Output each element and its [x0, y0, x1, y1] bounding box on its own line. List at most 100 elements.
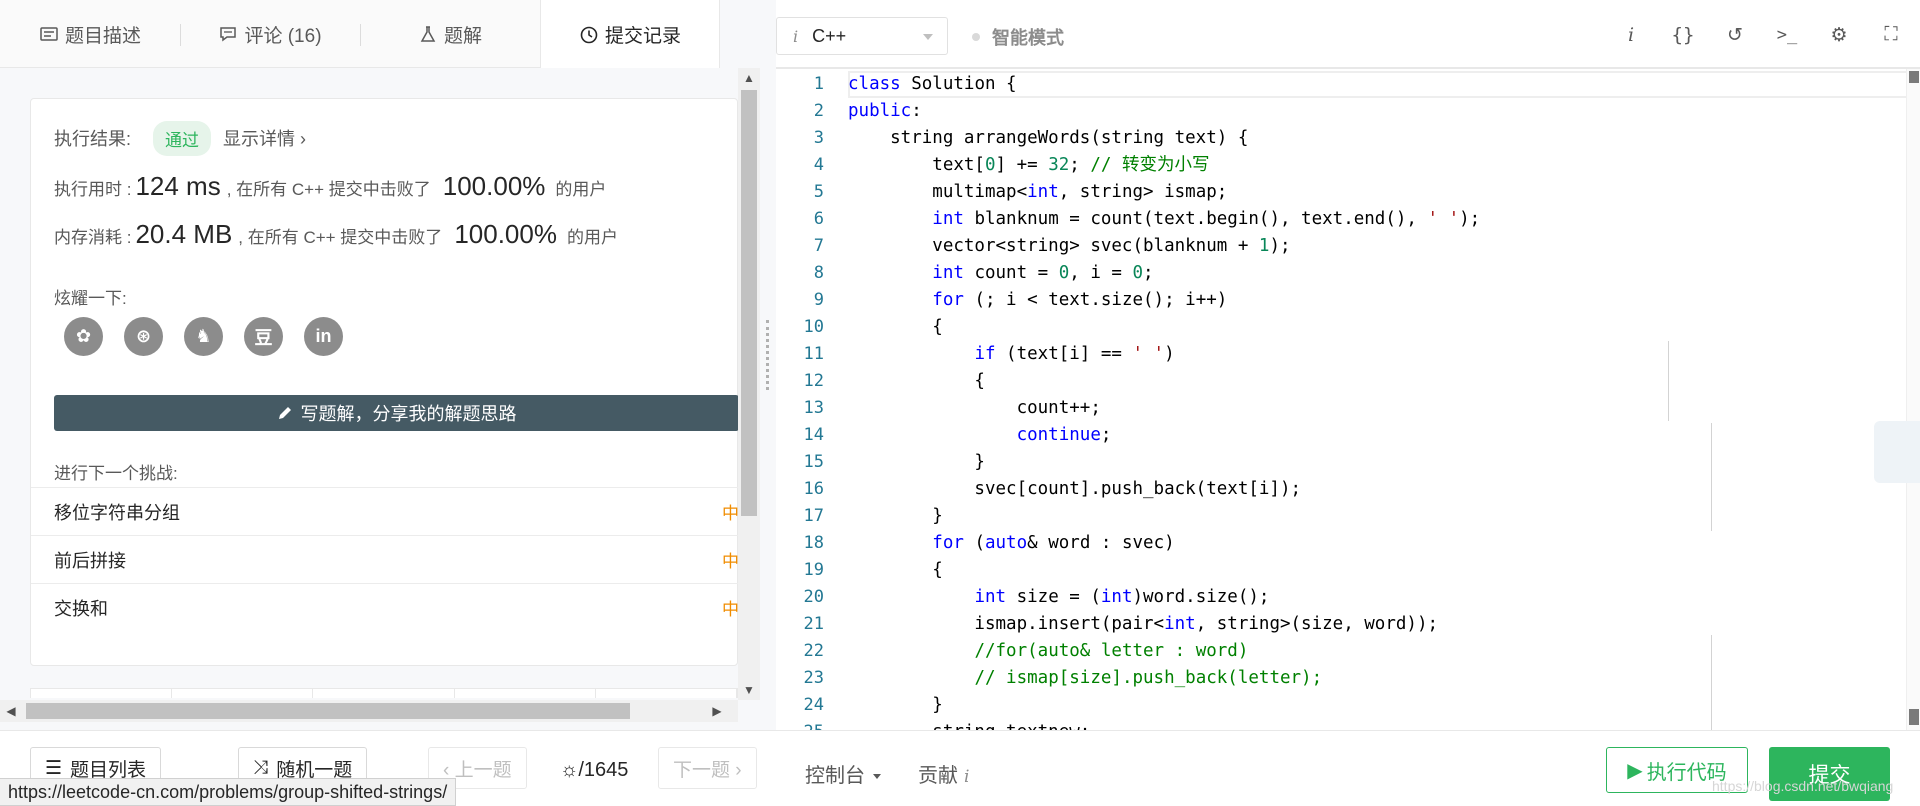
line-number: 16 [803, 479, 824, 499]
code-line: { [848, 317, 943, 337]
memory-suffix: 的用户 [566, 228, 618, 247]
tab-label: 题解 [443, 25, 482, 47]
language-select[interactable]: i C++ [776, 17, 948, 55]
scroll-left-icon[interactable]: ◀ [0, 700, 22, 722]
share-icons: ✿ ⊛ ♞ 豆 in [64, 317, 343, 356]
code-line: count++; [848, 398, 1101, 418]
list-icon: ☰ [45, 757, 63, 779]
terminal-icon[interactable]: >_ [1772, 20, 1802, 50]
scroll-down-icon[interactable]: ▼ [738, 680, 760, 700]
runtime-value: 124 ms [135, 171, 221, 201]
line-number: 8 [813, 263, 824, 283]
memory-percent: 100.00% [454, 219, 557, 249]
submission-panel: 执行结果: 通过 显示详情 › 执行用时 : 124 ms , 在所有 C++ … [0, 68, 738, 698]
weibo-icon[interactable]: ⊛ [124, 317, 163, 356]
line-number: 25 [776, 719, 824, 730]
linkedin-icon[interactable]: in [304, 317, 343, 356]
next-problem-list: 移位字符串分组 中 前后拼接 中 交换和 中 [31, 487, 738, 631]
info-icon: i [964, 767, 970, 787]
code-line: vector<string> svec(blanknum + 1); [848, 236, 1291, 256]
pane-splitter[interactable] [760, 0, 776, 730]
runtime-percent: 100.00% [442, 171, 546, 201]
douban-icon[interactable]: 豆 [244, 317, 283, 356]
code-editor[interactable]: 1234567891011121314151617181920212223242… [776, 68, 1920, 730]
info-icon[interactable]: i [1616, 20, 1646, 50]
problem-title: 交换和 [54, 598, 108, 619]
scroll-marker [1909, 709, 1919, 725]
vertical-scrollbar[interactable]: ▲ ▼ [738, 68, 760, 700]
settings-icon[interactable]: ⚙ [1824, 20, 1854, 50]
code-line: string arrangeWords(string text) { [848, 128, 1249, 148]
memory-value: 20.4 MB [135, 219, 233, 249]
copy-icon[interactable] [1874, 421, 1920, 483]
contribute-link[interactable]: 贡献 i [918, 759, 969, 788]
tab-submissions[interactable]: 提交记录 [540, 0, 720, 69]
tab-label: 题目描述 [64, 25, 141, 47]
list-item[interactable]: 交换和 中 [31, 583, 738, 631]
code-line: //for(auto& letter : word) [974, 641, 1249, 661]
console-label: 控制台 [805, 765, 865, 787]
code-line: // ismap[size].push_back(letter); [974, 668, 1323, 688]
tab-description[interactable]: 题目描述 [0, 0, 180, 68]
tab-solutions[interactable]: 题解 [360, 0, 540, 68]
line-number: 19 [803, 560, 824, 580]
runtime-mid: , 在所有 C++ 提交中击败了 [226, 180, 431, 199]
show-details-link[interactable]: 显示详情 › [223, 125, 306, 151]
editor-scrollbar[interactable] [1906, 69, 1920, 730]
next-problem-button[interactable]: 下一题 › [658, 747, 757, 789]
scroll-up-icon[interactable]: ▲ [738, 68, 760, 88]
result-row: 执行结果: 通过 显示详情 › [54, 120, 306, 156]
code-line: svec[count].push_back(text[i]); [848, 479, 1302, 499]
code-line: ismap.insert(pair<int, string>(size, wor… [848, 614, 1439, 634]
list-item[interactable]: 前后拼接 中 [31, 535, 738, 583]
tab-comments[interactable]: 评论 (16) [180, 0, 360, 68]
line-number: 5 [813, 182, 824, 202]
smart-mode-toggle[interactable]: 智能模式 [972, 24, 1064, 50]
list-item[interactable]: 移位字符串分组 中 [31, 487, 738, 535]
bug-icon: ☼ [560, 759, 579, 781]
line-number: 7 [813, 236, 824, 256]
reset-icon[interactable]: ↺ [1720, 20, 1750, 50]
tab-bar: 题目描述 评论 (16) 题解 提交记录 [0, 0, 720, 69]
problem-counter: ☼/1645 [560, 759, 628, 782]
qq-icon[interactable]: ♞ [184, 317, 223, 356]
smart-mode-label: 智能模式 [992, 28, 1064, 48]
code-line: int size = (int)word.size(); [974, 587, 1270, 607]
description-icon [40, 27, 58, 41]
code-line: continue; [1016, 425, 1112, 445]
watermark: https://blog.csdn.net/bwqiang [1712, 778, 1894, 794]
line-number: 13 [803, 398, 824, 418]
difficulty-badge: 中 [722, 600, 738, 619]
contribute-label: 贡献 [918, 765, 958, 787]
info-icon: i [793, 26, 799, 46]
problem-title: 移位字符串分组 [54, 502, 180, 523]
code-line: { [848, 560, 943, 580]
braces-icon[interactable]: {} [1668, 20, 1698, 50]
write-solution-button[interactable]: 写题解，分享我的解题思路 [54, 395, 738, 431]
left-pane: 题目描述 评论 (16) 题解 提交记录 执行结果: 通过 显示详情 › 执行用… [0, 0, 760, 730]
shuffle-icon: ⤨ [253, 757, 269, 778]
history-table-header [30, 688, 738, 698]
chevron-down-icon [923, 34, 933, 40]
code-line: multimap<int, string> ismap; [848, 182, 1228, 202]
line-number: 6 [813, 209, 824, 229]
indent-guide [1668, 341, 1669, 421]
line-number: 18 [803, 533, 824, 553]
horizontal-scrollbar[interactable]: ◀ ▶ [0, 700, 738, 722]
code-line: int count = 0, i = 0; [932, 263, 1154, 283]
result-card: 执行结果: 通过 显示详情 › 执行用时 : 124 ms , 在所有 C++ … [30, 98, 738, 666]
line-number: 14 [803, 425, 824, 445]
comment-icon [220, 27, 237, 42]
fullscreen-icon[interactable]: ⛶ [1876, 20, 1906, 50]
line-number: 20 [803, 587, 824, 607]
next-challenge-label: 进行下一个挑战: [54, 464, 178, 483]
share-label: 炫耀一下: [54, 289, 127, 308]
scroll-right-icon[interactable]: ▶ [706, 700, 728, 722]
wechat-icon[interactable]: ✿ [64, 317, 103, 356]
line-number: 24 [803, 695, 824, 715]
result-label: 执行结果: [54, 129, 132, 149]
console-toggle[interactable]: 控制台 [805, 759, 881, 788]
scroll-thumb[interactable] [741, 90, 757, 516]
runtime-suffix: 的用户 [555, 180, 607, 199]
scroll-thumb[interactable] [26, 703, 630, 719]
